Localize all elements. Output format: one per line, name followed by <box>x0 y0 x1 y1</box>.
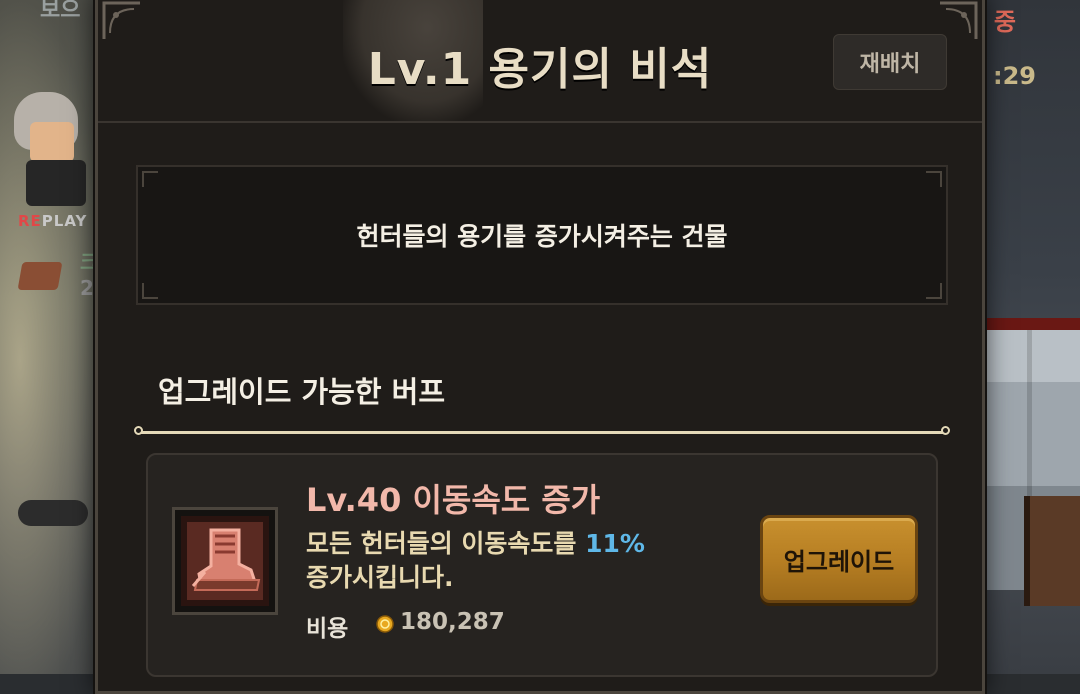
replay-badge-suffix: PLAY <box>41 212 88 230</box>
frame-corner <box>142 283 158 299</box>
buff-description: 모든 헌터들의 이동속도를 11% 증가시킵니다. <box>306 527 726 595</box>
buff-description-end: 증가시킵니다. <box>306 563 454 592</box>
gold-coin-icon <box>376 615 394 633</box>
frame-corner <box>926 283 942 299</box>
building-info-modal: Lv.1 용기의 비석 재배치 헌터들의 용기를 증가시켜주는 건물 업그레이드… <box>95 0 985 694</box>
replay-badge-prefix: RE <box>18 212 42 230</box>
buff-icon-frame <box>172 507 278 615</box>
hunter-character-body[interactable] <box>26 160 86 206</box>
background-house <box>1024 496 1080 606</box>
buff-percent: 11% <box>585 529 645 558</box>
replay-badge[interactable]: REPLAY <box>18 212 87 230</box>
frame-corner <box>142 171 158 187</box>
buff-card: Lv.40 이동속도 증가 모든 헌터들의 이동속도를 11% 증가시킵니다. 비… <box>146 453 938 677</box>
background-timer: :29 <box>993 62 1036 90</box>
description-box: 헌터들의 용기를 증가시켜주는 건물 <box>136 165 948 305</box>
upgrade-button[interactable]: 업그레이드 <box>760 515 918 603</box>
rearrange-button[interactable]: 재배치 <box>833 34 947 90</box>
buff-description-text: 모든 헌터들의 이동속도를 <box>306 529 586 558</box>
section-title: 업그레이드 가능한 버프 <box>158 375 445 409</box>
background-label: 보으 <box>40 0 81 23</box>
cost-label: 비용 <box>306 616 349 642</box>
cost-value: 180,287 <box>400 609 505 635</box>
boot-icon <box>181 516 269 606</box>
divider-end <box>941 426 950 435</box>
modal-header: Lv.1 용기의 비석 재배치 <box>98 0 982 123</box>
hunter-character-face <box>30 122 74 162</box>
section-divider <box>134 426 950 435</box>
buff-title: Lv.40 이동속도 증가 <box>306 481 601 519</box>
book-icon[interactable] <box>17 262 63 290</box>
divider-end <box>134 426 143 435</box>
background-side-number: 2 <box>80 276 94 300</box>
frame-corner <box>926 171 942 187</box>
background-rock <box>18 500 88 526</box>
building-description: 헌터들의 용기를 증가시켜주는 건물 <box>356 222 728 251</box>
background-status-text: 중 <box>993 8 1016 36</box>
